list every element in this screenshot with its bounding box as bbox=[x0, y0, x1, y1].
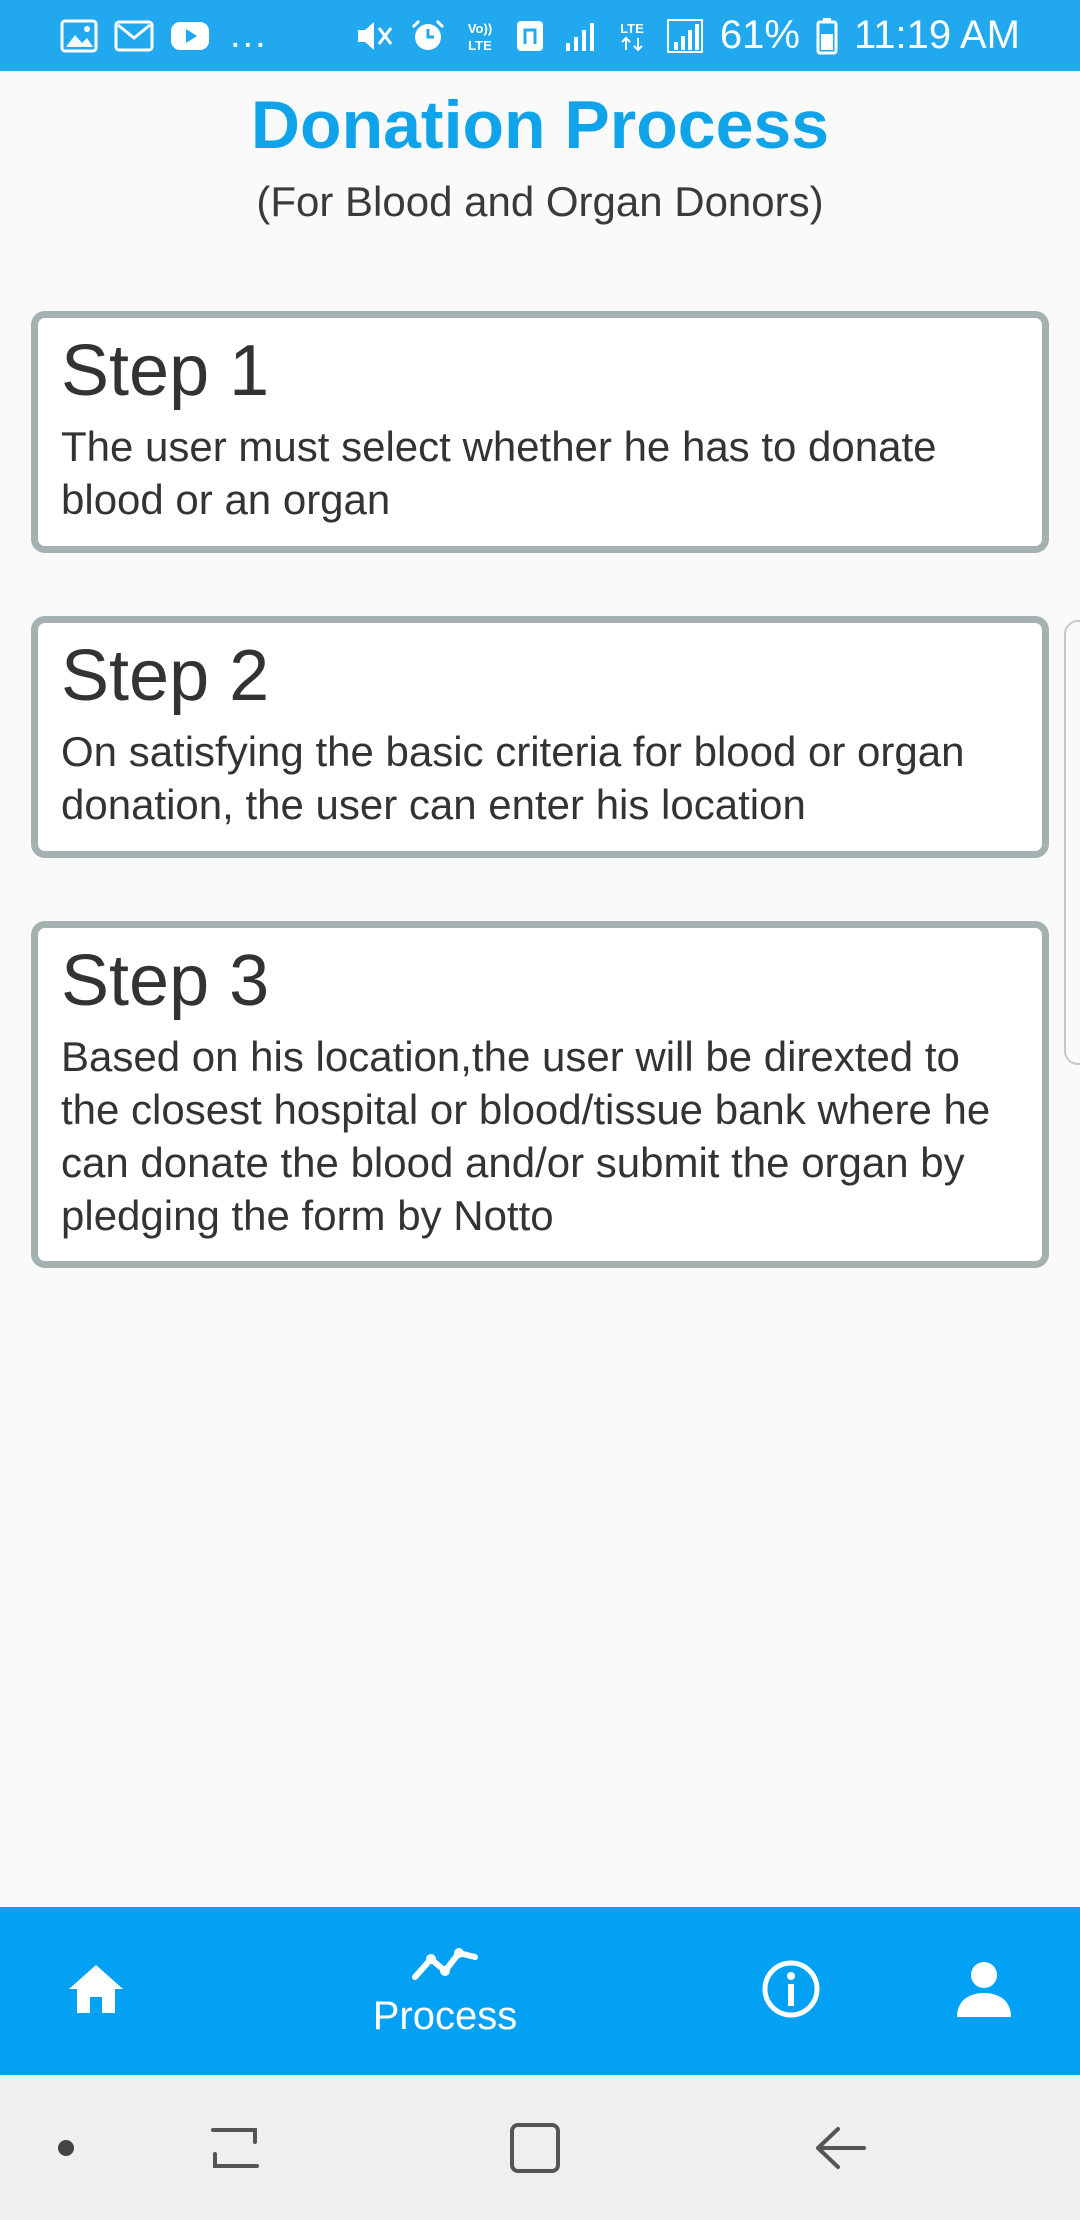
gmail-icon bbox=[114, 20, 154, 52]
step-card-2: Step 2 On satisfying the basic criteria … bbox=[31, 616, 1049, 858]
info-icon bbox=[760, 1958, 822, 2025]
system-status-area: Vo)) LTE LTE 61% 11:19 AM bbox=[354, 13, 1020, 58]
bottom-navigation: Process bbox=[0, 1907, 1080, 2075]
dot-icon[interactable] bbox=[46, 2075, 86, 2220]
nav-process-label: Process bbox=[372, 1994, 518, 2038]
back-icon[interactable] bbox=[800, 2075, 880, 2220]
more-notifications-indicator: ... bbox=[230, 14, 268, 56]
home-icon bbox=[65, 1961, 127, 2022]
battery-icon bbox=[816, 17, 838, 55]
clock-time: 11:19 AM bbox=[853, 13, 1020, 57]
process-chart-icon bbox=[409, 1943, 481, 1988]
step-title: Step 1 bbox=[61, 331, 270, 411]
status-bar: ... Vo)) LTE LTE 61% 11:19 AM bbox=[0, 0, 1080, 71]
alarm-icon bbox=[410, 18, 446, 54]
step-description: Based on his location,the user will be d… bbox=[61, 1033, 991, 1239]
nav-info-button[interactable] bbox=[745, 1907, 837, 2075]
recents-icon[interactable] bbox=[200, 2075, 270, 2220]
svg-text:Vo)): Vo)) bbox=[468, 21, 492, 36]
signal-icon bbox=[562, 19, 598, 53]
person-icon bbox=[953, 1959, 1015, 2024]
notification-area: ... bbox=[60, 14, 268, 57]
signal-icon bbox=[666, 18, 704, 54]
svg-text:LTE: LTE bbox=[468, 38, 492, 53]
nav-home-button[interactable] bbox=[50, 1907, 142, 2075]
gallery-icon bbox=[60, 19, 98, 53]
svg-text:LTE: LTE bbox=[620, 21, 644, 36]
page-header: Donation Process (For Blood and Organ Do… bbox=[0, 80, 1080, 232]
step-title: Step 2 bbox=[61, 636, 270, 716]
nav-process-button[interactable]: Process bbox=[340, 1907, 550, 2075]
lte-icon: LTE bbox=[614, 18, 650, 54]
step-card-3: Step 3 Based on his location,the user wi… bbox=[31, 921, 1049, 1268]
step-description: The user must select whether he has to d… bbox=[61, 423, 937, 523]
volte-icon: Vo)) LTE bbox=[462, 18, 498, 54]
page-subtitle: (For Blood and Organ Donors) bbox=[256, 178, 824, 225]
battery-percent: 61% bbox=[719, 13, 800, 57]
system-navigation-bar bbox=[0, 2075, 1080, 2220]
page-title: Donation Process bbox=[250, 87, 830, 163]
youtube-icon bbox=[170, 21, 210, 51]
home-square-icon[interactable] bbox=[500, 2075, 570, 2220]
step-description: On satisfying the basic criteria for blo… bbox=[61, 728, 965, 828]
step-title: Step 3 bbox=[61, 941, 270, 1021]
step-card-1: Step 1 The user must select whether he h… bbox=[31, 311, 1049, 553]
nav-profile-button[interactable] bbox=[938, 1907, 1030, 2075]
mute-icon bbox=[354, 18, 394, 54]
nfc-icon bbox=[514, 18, 546, 54]
edge-panel-handle[interactable] bbox=[1064, 620, 1080, 1065]
